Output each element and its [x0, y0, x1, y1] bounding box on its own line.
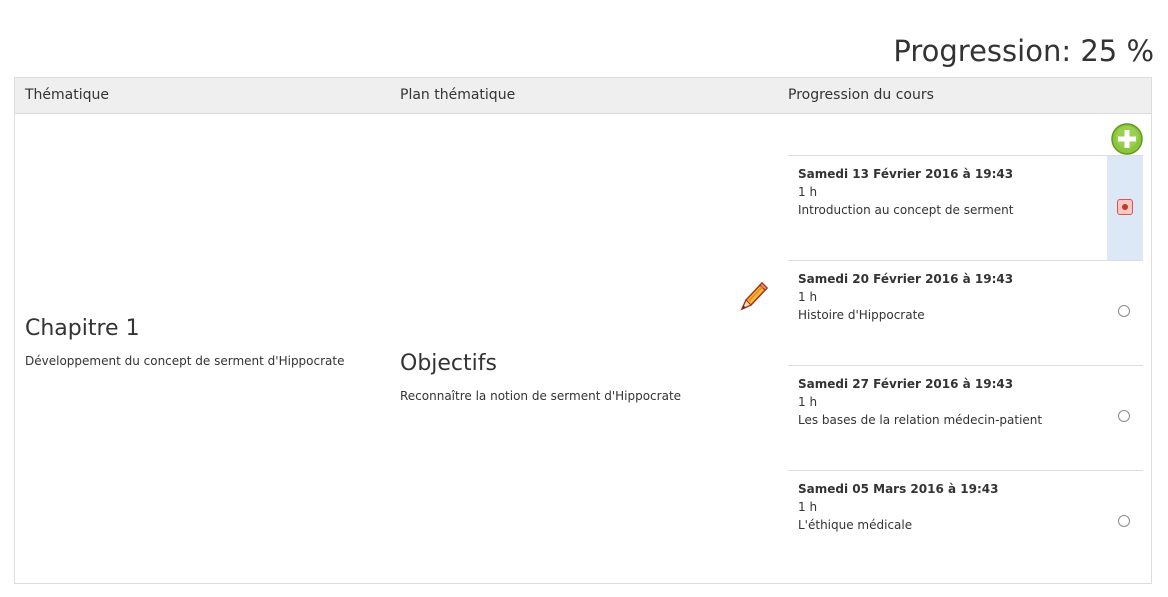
entry-radio-checked[interactable]	[1117, 199, 1133, 215]
objectives-title: Objectifs	[400, 351, 497, 376]
entry-radio[interactable]	[1118, 410, 1130, 422]
chapter-description: Développement du concept de serment d'Hi…	[25, 354, 345, 368]
timeline-entry[interactable]: Samedi 13 Février 2016 à 19:43 1 h Intro…	[788, 155, 1143, 260]
add-button[interactable]	[1111, 123, 1143, 155]
entry-date: Samedi 27 Février 2016 à 19:43	[798, 377, 1014, 391]
add-icon	[1111, 123, 1143, 155]
entry-description: Histoire d'Hippocrate	[798, 308, 925, 322]
entry-description: Introduction au concept de serment	[798, 203, 1014, 217]
chapter-title: Chapitre 1	[25, 316, 140, 341]
entry-date: Samedi 20 Février 2016 à 19:43	[798, 272, 1014, 286]
progress-title: Progression: 25 %	[893, 34, 1154, 68]
thematic-table: Thématique Plan thématique Progression d…	[14, 77, 1152, 584]
table-header: Thématique Plan thématique Progression d…	[15, 78, 1151, 114]
header-theme: Thématique	[25, 87, 110, 103]
entry-selection-cell	[1107, 156, 1143, 260]
entry-duration: 1 h	[798, 185, 818, 199]
entry-description: L'éthique médicale	[798, 518, 913, 532]
course-timeline: Samedi 13 Février 2016 à 19:43 1 h Intro…	[788, 155, 1143, 575]
timeline-entry[interactable]: Samedi 20 Février 2016 à 19:43 1 h Histo…	[788, 260, 1143, 365]
timeline-entry[interactable]: Samedi 05 Mars 2016 à 19:43 1 h L'éthiqu…	[788, 470, 1143, 575]
entry-duration: 1 h	[798, 500, 818, 514]
header-course-progress: Progression du cours	[788, 87, 934, 103]
objectives-description: Reconnaître la notion de serment d'Hippo…	[400, 389, 682, 403]
entry-duration: 1 h	[798, 395, 818, 409]
pencil-icon[interactable]	[738, 279, 770, 313]
entry-description: Les bases de la relation médecin-patient	[798, 413, 1043, 427]
timeline-entry[interactable]: Samedi 27 Février 2016 à 19:43 1 h Les b…	[788, 365, 1143, 470]
entry-date: Samedi 13 Février 2016 à 19:43	[798, 167, 1014, 181]
entry-selection-cell	[1107, 261, 1143, 365]
header-plan: Plan thématique	[400, 87, 516, 103]
entry-date: Samedi 05 Mars 2016 à 19:43	[798, 482, 999, 496]
entry-radio[interactable]	[1118, 515, 1130, 527]
entry-selection-cell	[1107, 471, 1143, 575]
entry-duration: 1 h	[798, 290, 818, 304]
entry-selection-cell	[1107, 366, 1143, 470]
entry-radio[interactable]	[1118, 305, 1130, 317]
